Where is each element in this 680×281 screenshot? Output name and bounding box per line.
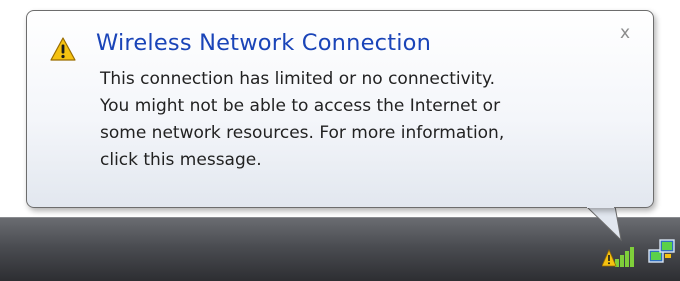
- message-line: This connection has limited or no connec…: [100, 69, 496, 89]
- notification-message[interactable]: This connection has limited or no connec…: [100, 66, 620, 174]
- taskbar: [0, 217, 680, 281]
- message-line: You might not be able to access the Inte…: [100, 96, 501, 116]
- close-button[interactable]: x: [612, 22, 638, 44]
- message-line: click this message.: [100, 150, 262, 170]
- warning-triangle-icon: [50, 37, 76, 61]
- desktop: Wireless Network Connection x This conne…: [0, 0, 680, 281]
- message-line: some network resources. For more informa…: [100, 123, 505, 143]
- network-connection-icon[interactable]: [648, 238, 676, 266]
- notification-title[interactable]: Wireless Network Connection: [96, 28, 431, 58]
- wireless-signal-warning-icon[interactable]: [602, 247, 636, 267]
